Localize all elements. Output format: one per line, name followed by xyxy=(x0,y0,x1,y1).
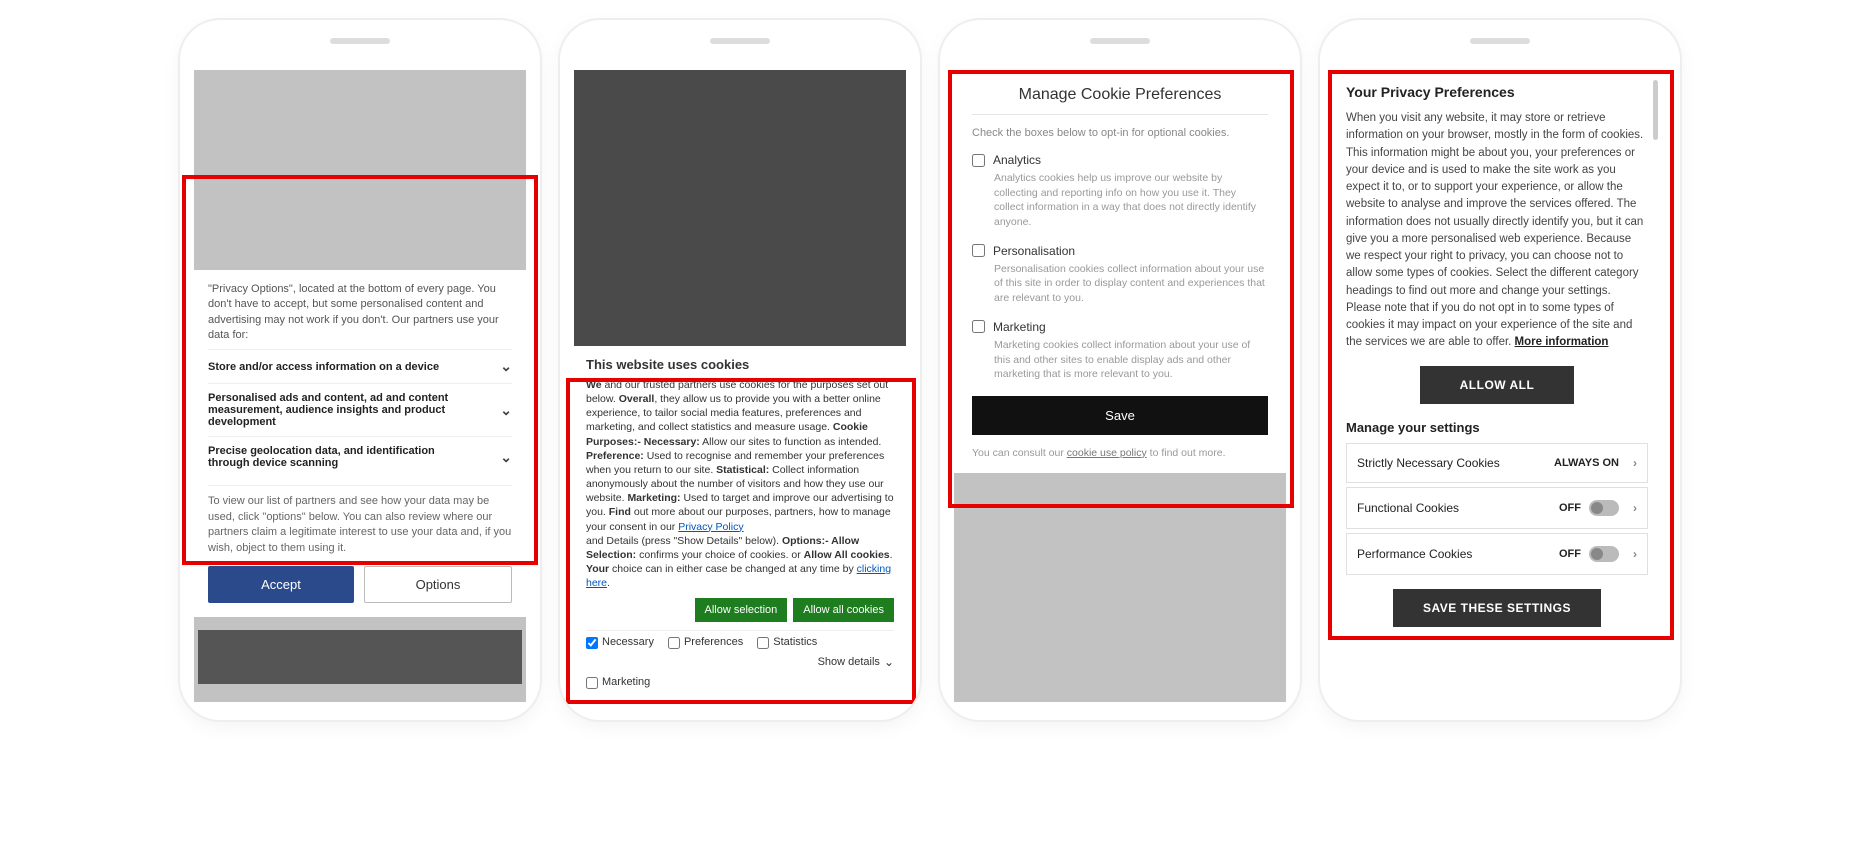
show-details-toggle[interactable]: Show details xyxy=(818,654,894,671)
phone-speaker xyxy=(330,38,390,44)
panel-title: Manage Cookie Preferences xyxy=(972,86,1268,104)
necessary-checkbox[interactable]: Necessary xyxy=(586,635,654,650)
purpose-row-store-access[interactable]: Store and/or access information on a dev… xyxy=(208,349,512,383)
save-button[interactable]: Save xyxy=(972,396,1268,435)
allow-selection-button[interactable]: Allow selection xyxy=(695,598,788,622)
phone-screen: "Privacy Options", located at the bottom… xyxy=(194,70,526,702)
phone-speaker xyxy=(710,38,770,44)
consent-footer-text: To view our list of partners and see how… xyxy=(208,485,512,556)
phone-mockup-2: This website uses cookies We and our tru… xyxy=(560,20,920,720)
consent-intro-text: "Privacy Options", located at the bottom… xyxy=(208,282,512,344)
options-button[interactable]: Options xyxy=(364,566,512,603)
setting-state: OFF xyxy=(1559,548,1581,560)
personalisation-checkbox[interactable] xyxy=(972,244,985,257)
preferences-checkbox[interactable]: Preferences xyxy=(668,635,743,650)
phone-screen: Your Privacy Preferences When you visit … xyxy=(1334,70,1666,702)
option-label: Personalisation xyxy=(993,244,1075,258)
purpose-label: Store and/or access information on a dev… xyxy=(208,361,439,373)
purpose-row-geolocation[interactable]: Precise geolocation data, and identifica… xyxy=(208,436,512,477)
cookie-preferences-panel: Manage Cookie Preferences Check the boxe… xyxy=(954,70,1286,473)
analytics-checkbox[interactable] xyxy=(972,154,985,167)
allow-all-cookies-button[interactable]: Allow all cookies xyxy=(793,598,894,622)
divider xyxy=(972,114,1268,115)
purpose-label: Personalised ads and content, ad and con… xyxy=(208,392,458,428)
phone-mockup-3: Manage Cookie Preferences Check the boxe… xyxy=(940,20,1300,720)
accept-button[interactable]: Accept xyxy=(208,566,354,603)
cookie-option-personalisation: Personalisation Personalisation cookies … xyxy=(972,244,1268,306)
consent-title: This website uses cookies xyxy=(586,356,894,374)
purpose-label: Precise geolocation data, and identifica… xyxy=(208,445,458,469)
chevron-right-icon: › xyxy=(1633,501,1637,515)
setting-row-functional[interactable]: Functional Cookies OFF › xyxy=(1346,487,1648,529)
page-footer-bar xyxy=(198,630,522,684)
panel-body-text: When you visit any website, it may store… xyxy=(1346,110,1648,352)
more-information-link[interactable]: More information xyxy=(1515,336,1609,348)
setting-state: ALWAYS ON xyxy=(1554,457,1619,469)
privacy-policy-link[interactable]: Privacy Policy xyxy=(678,521,743,533)
setting-row-performance[interactable]: Performance Cookies OFF › xyxy=(1346,533,1648,575)
chevron-down-icon xyxy=(500,449,512,466)
setting-label: Strictly Necessary Cookies xyxy=(1357,456,1500,470)
phone-speaker xyxy=(1090,38,1150,44)
setting-label: Performance Cookies xyxy=(1357,547,1472,561)
option-description: Analytics cookies help us improve our we… xyxy=(994,171,1268,230)
panel-title: Your Privacy Preferences xyxy=(1346,84,1648,100)
allow-all-button[interactable]: ALLOW ALL xyxy=(1420,366,1575,404)
setting-row-strictly-necessary[interactable]: Strictly Necessary Cookies ALWAYS ON › xyxy=(1346,443,1648,483)
phone-mockup-1: "Privacy Options", located at the bottom… xyxy=(180,20,540,720)
setting-label: Functional Cookies xyxy=(1357,501,1459,515)
phone-screen: Manage Cookie Preferences Check the boxe… xyxy=(954,70,1286,702)
setting-state: OFF xyxy=(1559,502,1581,514)
purpose-row-personalised-ads[interactable]: Personalised ads and content, ad and con… xyxy=(208,383,512,436)
cookie-policy-link[interactable]: cookie use policy xyxy=(1067,447,1147,459)
cookie-option-analytics: Analytics Analytics cookies help us impr… xyxy=(972,153,1268,230)
chevron-down-icon xyxy=(500,402,512,419)
chevron-right-icon: › xyxy=(1633,547,1637,561)
chevron-right-icon: › xyxy=(1633,456,1637,470)
phone-screen: This website uses cookies We and our tru… xyxy=(574,70,906,702)
chevron-down-icon xyxy=(500,358,512,375)
option-description: Marketing cookies collect information ab… xyxy=(994,338,1268,382)
chevron-down-icon xyxy=(884,654,894,671)
marketing-checkbox[interactable] xyxy=(972,320,985,333)
manage-settings-heading: Manage your settings xyxy=(1346,420,1648,435)
toggle-switch[interactable] xyxy=(1589,546,1619,562)
phone-mockup-4: Your Privacy Preferences When you visit … xyxy=(1320,20,1680,720)
cookie-consent-panel: "Privacy Options", located at the bottom… xyxy=(194,270,526,617)
option-label: Marketing xyxy=(993,320,1046,334)
cookie-consent-panel: This website uses cookies We and our tru… xyxy=(574,346,906,702)
phone-speaker xyxy=(1470,38,1530,44)
panel-subtitle: Check the boxes below to opt-in for opti… xyxy=(972,127,1268,139)
option-label: Analytics xyxy=(993,153,1041,167)
save-settings-button[interactable]: SAVE THESE SETTINGS xyxy=(1393,589,1601,627)
statistics-checkbox[interactable]: Statistics xyxy=(757,635,817,650)
footer-text: You can consult our cookie use policy to… xyxy=(972,447,1268,459)
option-description: Personalisation cookies collect informat… xyxy=(994,262,1268,306)
cookie-option-marketing: Marketing Marketing cookies collect info… xyxy=(972,320,1268,382)
consent-body-text: We and our trusted partners use cookies … xyxy=(586,378,894,591)
scrollbar[interactable] xyxy=(1653,80,1658,140)
marketing-checkbox[interactable]: Marketing xyxy=(586,675,894,690)
privacy-preferences-panel: Your Privacy Preferences When you visit … xyxy=(1334,70,1660,702)
toggle-switch[interactable] xyxy=(1589,500,1619,516)
